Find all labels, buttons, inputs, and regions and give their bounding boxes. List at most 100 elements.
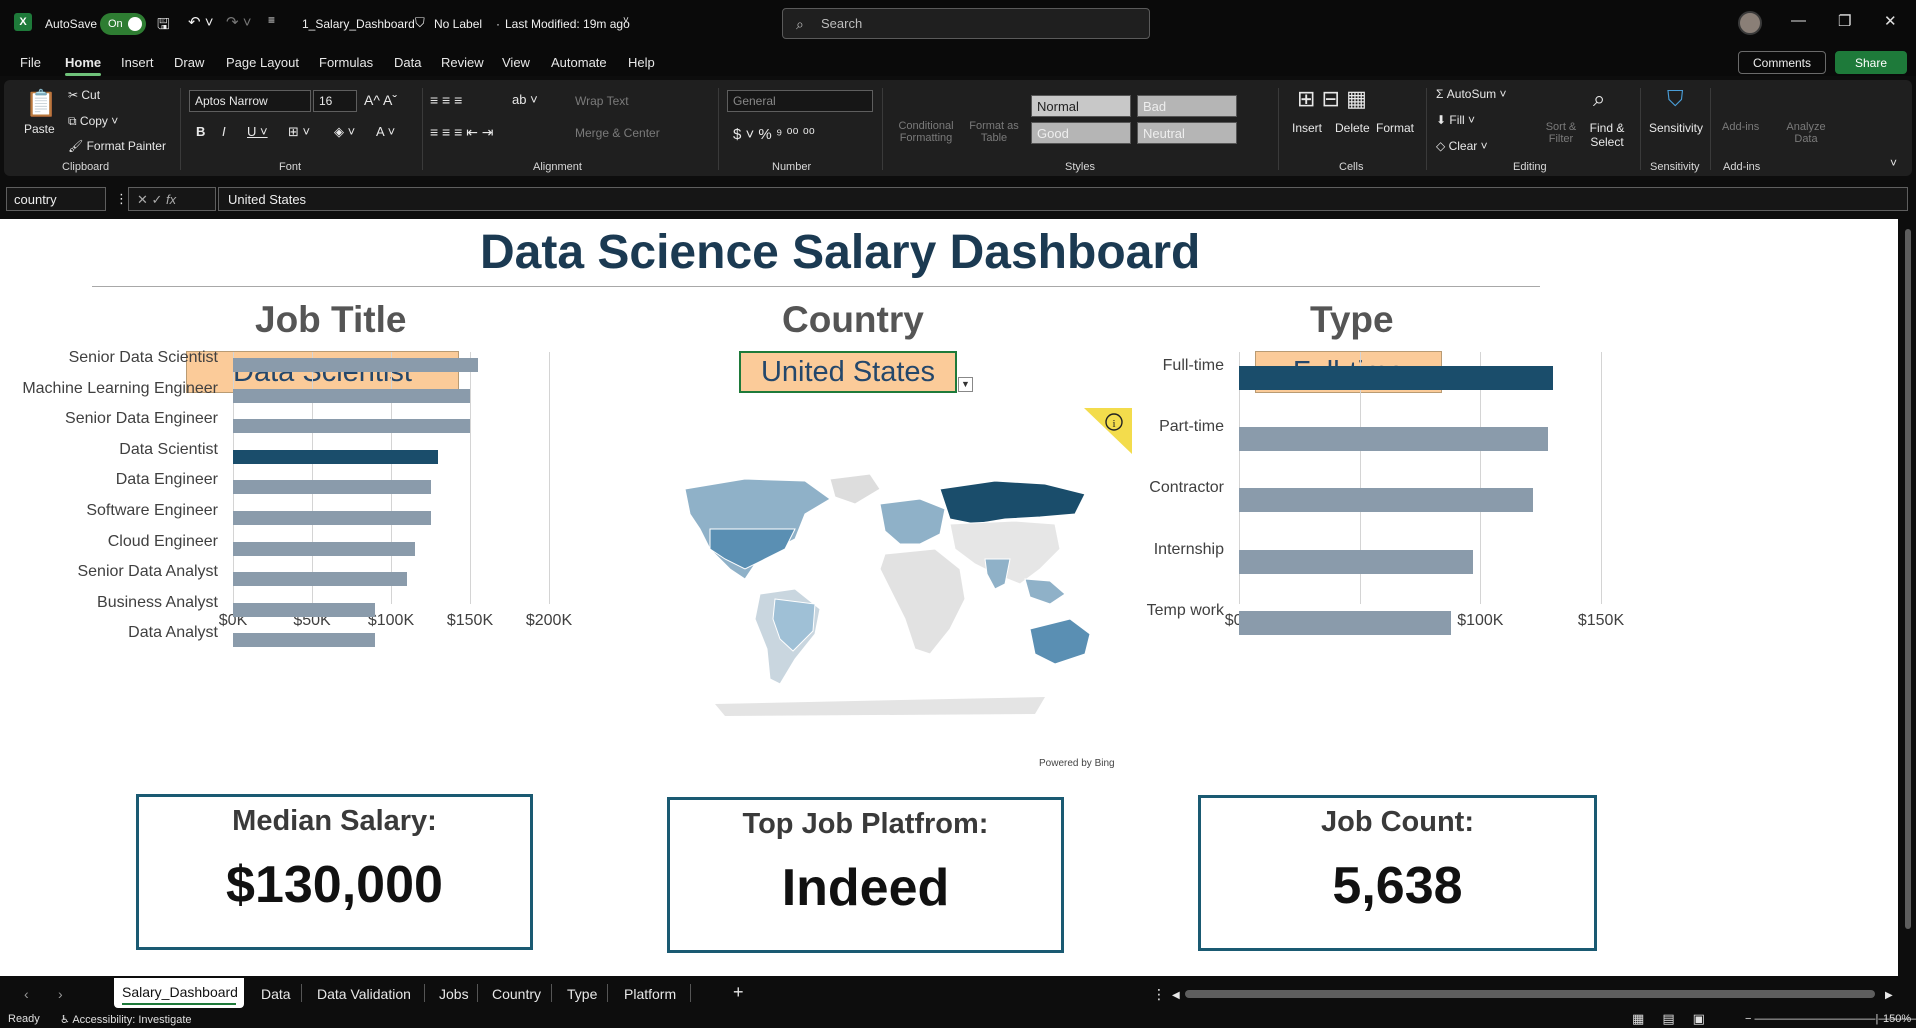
menu-insert[interactable]: Insert — [121, 55, 154, 70]
redo-icon[interactable]: ↷ ˅ — [226, 13, 252, 31]
tab-type[interactable]: Type — [567, 986, 597, 1002]
find-select-button[interactable]: Find & Select — [1584, 121, 1630, 149]
minimize-icon[interactable]: — — [1791, 12, 1806, 29]
save-icon[interactable]: 🖫 — [157, 14, 170, 39]
font-color-icon[interactable]: A ˅ — [376, 124, 395, 139]
menu-formulas[interactable]: Formulas — [319, 55, 373, 70]
undo-icon[interactable]: ↶ ˅ — [188, 13, 214, 31]
category-label: Cloud Engineer — [107, 532, 218, 550]
number-format-select[interactable]: General — [727, 90, 873, 112]
format-painter-button[interactable]: 🖌 Format Painter — [68, 139, 166, 153]
sensitivity-button[interactable]: Sensitivity — [1649, 121, 1703, 135]
salary-bar — [233, 388, 470, 403]
clear-button[interactable]: ◇ Clear ˅ — [1436, 139, 1488, 153]
vertical-scrollbar[interactable] — [1900, 219, 1916, 976]
format-as-table-button[interactable]: Format as Table — [962, 120, 1026, 144]
font-size-select[interactable]: 16 — [313, 90, 357, 112]
wrap-text-button[interactable]: Wrap Text — [575, 94, 629, 108]
gridline — [470, 352, 471, 604]
accessibility-status[interactable]: ♿ Accessibility: Investigate — [60, 1013, 192, 1026]
font-grow-icon[interactable]: A^ Aˇ — [364, 92, 397, 108]
tab-salary-dashboard-label[interactable]: Salary_Dashboard — [122, 984, 238, 1000]
avatar[interactable] — [1738, 11, 1762, 35]
menu-home[interactable]: Home — [65, 55, 102, 76]
menu-automate[interactable]: Automate — [551, 55, 607, 70]
menu-help[interactable]: Help — [628, 55, 655, 70]
autosum-button[interactable]: Σ AutoSum ˅ — [1436, 87, 1506, 101]
menu-view[interactable]: View — [502, 55, 530, 70]
customize-qat-icon[interactable]: ≡ — [268, 13, 275, 27]
zoom-level[interactable]: 150% — [1883, 1013, 1911, 1025]
scroll-left-icon[interactable]: ◀ — [1172, 990, 1180, 1001]
comments-button[interactable]: Comments — [1738, 51, 1826, 74]
paste-icon[interactable]: 📋 — [25, 88, 57, 119]
next-sheet-icon[interactable]: › — [58, 986, 63, 1002]
add-sheet-icon[interactable]: + — [733, 982, 744, 1003]
orientation-icon[interactable]: ab ˅ — [512, 92, 538, 107]
tab-country[interactable]: Country — [492, 986, 541, 1002]
info-icon[interactable]: i — [1084, 408, 1132, 454]
salary-bar — [1239, 427, 1548, 452]
category-label: Full-time — [1162, 357, 1224, 374]
fx-button[interactable]: ✕ ✓ fx — [128, 187, 216, 211]
collapse-ribbon-icon[interactable]: ˅ — [1890, 156, 1897, 170]
prev-sheet-icon[interactable]: ‹ — [24, 986, 29, 1002]
merge-center-button[interactable]: Merge & Center — [575, 126, 660, 140]
delete-cells-button[interactable]: Delete — [1335, 121, 1370, 135]
menu-draw[interactable]: Draw — [174, 55, 204, 70]
tabs-more-icon[interactable]: ⋮ — [1152, 986, 1166, 1003]
salary-bar — [233, 419, 470, 434]
left-align-icon[interactable]: ≡ ≡ ≡ ⇤ ⇥ — [430, 124, 494, 141]
paste-button[interactable]: Paste — [24, 122, 55, 136]
country-filter[interactable]: United States — [739, 351, 957, 393]
restore-icon[interactable]: ❐ — [1838, 12, 1851, 30]
autosave-toggle[interactable]: On — [100, 13, 146, 35]
insert-cells-button[interactable]: Insert — [1292, 121, 1322, 135]
name-box[interactable]: country — [6, 187, 106, 211]
analyze-data-button[interactable]: Analyze Data — [1782, 121, 1830, 145]
search-box[interactable]: ⌕ Search — [782, 8, 1150, 39]
font-group-label: Font — [279, 161, 302, 173]
tab-platform[interactable]: Platform — [624, 986, 676, 1002]
last-modified[interactable]: Last Modified: 19m ago — [505, 17, 630, 31]
bing-attribution: Powered by Bing — [1039, 758, 1115, 769]
tab-jobs[interactable]: Jobs — [439, 986, 469, 1002]
style-good[interactable]: Good — [1031, 122, 1131, 144]
format-cells-button[interactable]: Format — [1376, 121, 1414, 135]
chevron-down-icon[interactable]: ˅ — [623, 15, 629, 26]
cut-button[interactable]: ✂ Cut — [68, 88, 100, 102]
font-name-select[interactable]: Aptos Narrow — [189, 90, 311, 112]
close-icon[interactable]: ✕ — [1884, 12, 1897, 30]
italic-icon[interactable]: I — [222, 124, 226, 139]
status-bar — [0, 1010, 1916, 1028]
menu-data[interactable]: Data — [394, 55, 421, 70]
addins-button[interactable]: Add-ins — [1722, 121, 1759, 133]
conditional-formatting-button[interactable]: Conditional Formatting — [894, 120, 958, 144]
formula-input[interactable]: United States — [218, 187, 1908, 211]
share-button[interactable]: Share — [1835, 51, 1907, 74]
style-bad[interactable]: Bad — [1137, 95, 1237, 117]
fill-button[interactable]: ⬇ Fill ˅ — [1436, 113, 1475, 127]
scroll-right-icon[interactable]: ▶ — [1885, 990, 1893, 1001]
sensitivity-label[interactable]: No Label — [434, 17, 482, 31]
currency-icon[interactable]: $ ˅ % ⁹ ⁰⁰ ⁰⁰ — [733, 125, 815, 143]
country-dropdown-icon[interactable]: ▼ — [958, 377, 973, 392]
menu-review[interactable]: Review — [441, 55, 484, 70]
bold-icon[interactable]: B — [196, 124, 205, 139]
tab-data-validation[interactable]: Data Validation — [317, 986, 411, 1002]
style-normal[interactable]: Normal — [1031, 95, 1131, 117]
fill-color-icon[interactable]: ◈ ˅ — [334, 124, 355, 140]
sort-filter-button[interactable]: Sort & Filter — [1540, 121, 1582, 145]
style-neutral[interactable]: Neutral — [1137, 122, 1237, 144]
horizontal-scrollbar[interactable] — [1185, 990, 1875, 998]
underline-icon[interactable]: U ˅ — [247, 124, 268, 139]
menu-page-layout[interactable]: Page Layout — [226, 55, 299, 70]
top-align-icon[interactable]: ≡ ≡ ≡ — [430, 92, 462, 108]
tab-data[interactable]: Data — [261, 986, 291, 1002]
menu-file[interactable]: File — [20, 55, 41, 70]
scroll-thumb[interactable] — [1905, 229, 1911, 929]
borders-icon[interactable]: ⊞ ˅ — [288, 124, 310, 140]
category-label: Data Scientist — [119, 440, 218, 458]
copy-button[interactable]: ⧉ Copy ˅ — [68, 114, 118, 129]
view-icons[interactable]: ▦ ▤ ▣ — [1632, 1011, 1705, 1027]
